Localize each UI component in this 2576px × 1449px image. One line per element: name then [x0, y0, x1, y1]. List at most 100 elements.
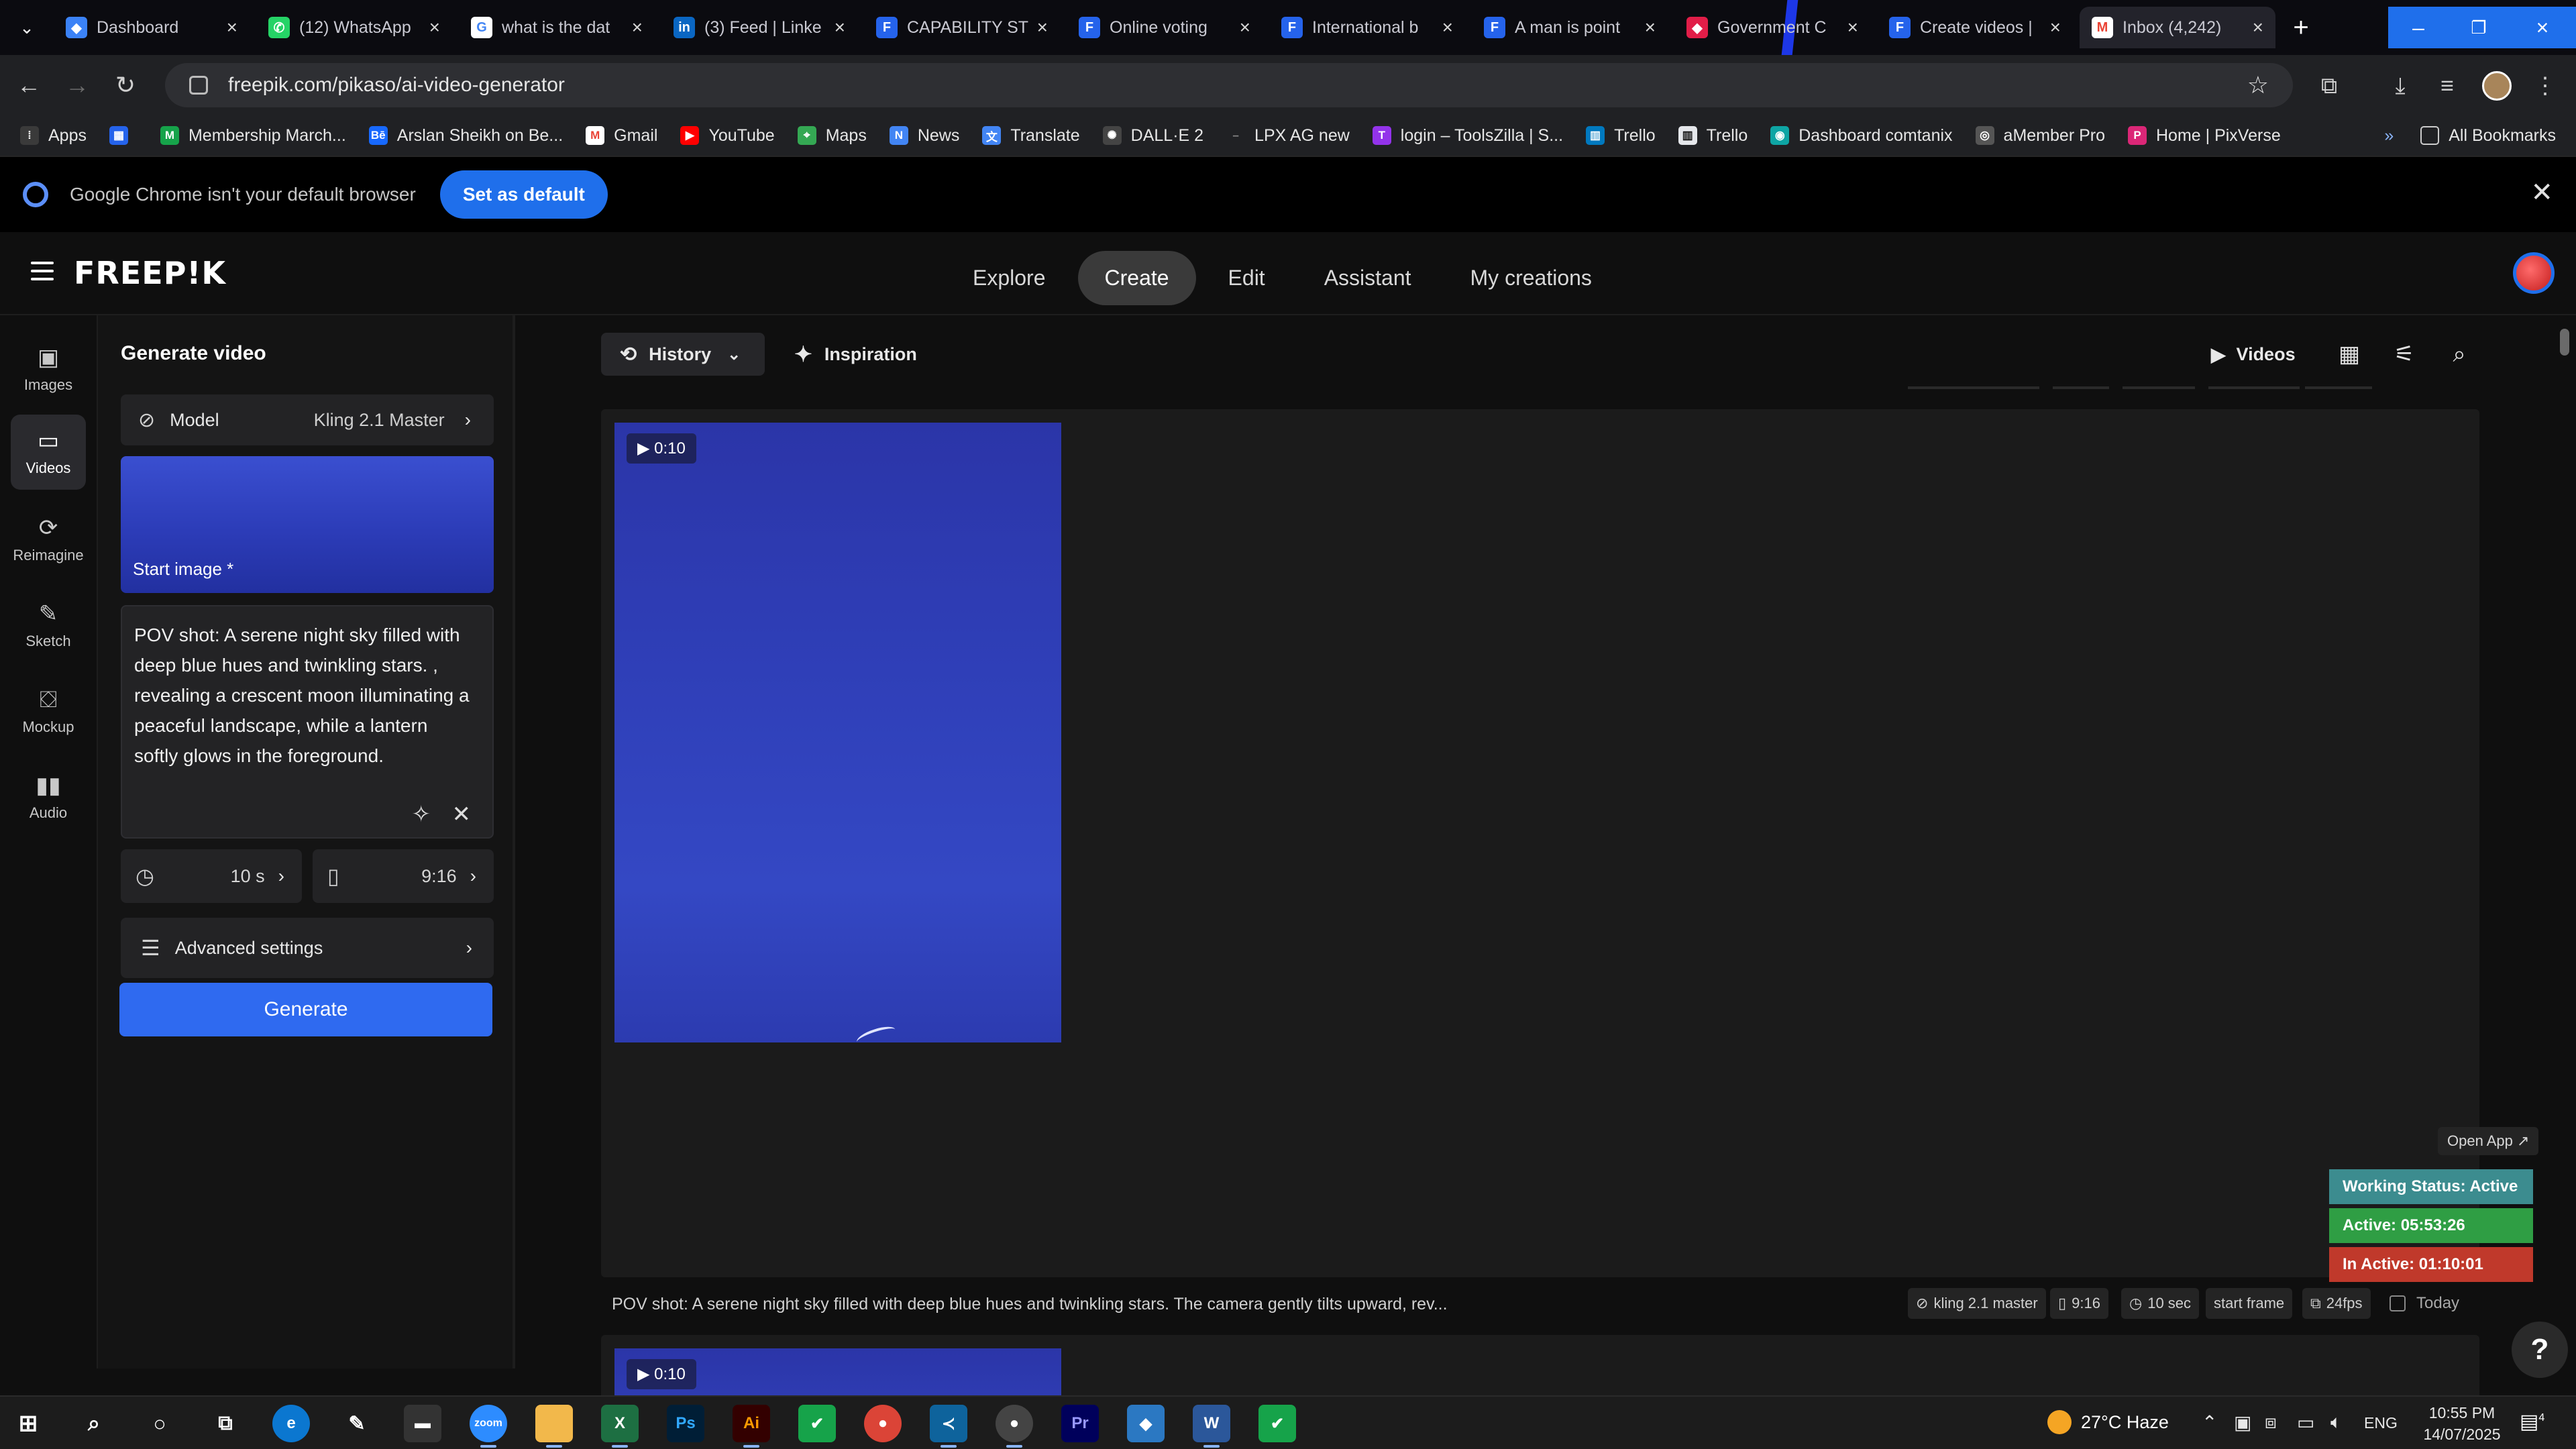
freepik-logo[interactable]: FREEP!K — [74, 255, 226, 291]
rail-sketch[interactable]: ✎ Sketch — [11, 588, 86, 663]
vscode-icon[interactable]: ≺ — [930, 1405, 967, 1448]
video-thumbnail[interactable]: ▶ 0:10 — [614, 423, 1061, 1042]
close-icon[interactable]: × — [227, 17, 237, 38]
bookmark-toolszilla[interactable]: Tlogin – ToolsZilla | S... — [1372, 126, 1563, 146]
bookmark-maps[interactable]: ⌖ Maps — [797, 126, 867, 146]
close-icon[interactable]: × — [2050, 17, 2061, 38]
extensions-icon[interactable]: ⧉ — [2310, 67, 2348, 105]
terminal-icon[interactable]: ▬ — [404, 1405, 441, 1442]
close-icon[interactable]: × — [2253, 17, 2263, 38]
nav-create[interactable]: Create — [1077, 251, 1196, 305]
close-icon[interactable]: × — [1645, 17, 1656, 38]
bookmark-pixverse[interactable]: P Home | PixVerse — [2128, 126, 2281, 146]
magic-wand-icon[interactable]: ✧ — [412, 801, 431, 828]
chrome-icon[interactable]: ● — [864, 1405, 902, 1442]
nav-explore[interactable]: Explore — [946, 251, 1073, 305]
date-label[interactable]: Today — [2390, 1288, 2459, 1319]
close-icon[interactable]: × — [1240, 17, 1250, 38]
tab-create-videos[interactable]: F Create videos | × — [1877, 7, 2073, 48]
tab-online-voting[interactable]: F Online voting × — [1067, 7, 1263, 48]
close-icon[interactable]: ✕ — [2530, 177, 2553, 208]
rail-reimagine[interactable]: ⟳ Reimagine — [11, 502, 86, 577]
bookmarks-overflow-icon[interactable]: » — [2384, 126, 2394, 146]
edge-icon[interactable]: e — [272, 1405, 310, 1442]
bookmark-lpx[interactable]: – LPX AG new — [1226, 126, 1350, 146]
nav-assistant[interactable]: Assistant — [1297, 251, 1438, 305]
tab-gmail-inbox[interactable]: M Inbox (4,242) × — [2080, 7, 2275, 48]
language-indicator[interactable]: ENG — [2364, 1414, 2398, 1432]
prompt-textarea[interactable]: POV shot: A serene night sky filled with… — [121, 605, 494, 839]
bookmark-translate[interactable]: 文 Translate — [982, 126, 1080, 146]
bookmark-star-icon[interactable]: ☆ — [2247, 71, 2269, 99]
network-icon[interactable]: ▭ — [2297, 1411, 2314, 1434]
photoshop-icon[interactable]: Ps — [667, 1405, 704, 1442]
forward-arrow-icon[interactable]: → — [59, 67, 95, 103]
filter-sliders-icon[interactable]: ⚟ — [2385, 335, 2423, 373]
camtasia-icon[interactable]: ✔ — [1258, 1405, 1296, 1442]
model-selector[interactable]: ⊘ Model Kling 2.1 Master › — [121, 394, 494, 445]
close-icon[interactable]: × — [632, 17, 643, 38]
bookmark-apps[interactable]: ⁞ Apps — [20, 126, 87, 146]
user-avatar[interactable] — [2513, 252, 2555, 294]
minimize-icon[interactable]: – — [2388, 7, 2449, 48]
notification-center-icon[interactable]: ▤4 — [2520, 1410, 2544, 1434]
app-diamond-icon[interactable]: ◆ — [1127, 1405, 1165, 1442]
bookmark-news[interactable]: N News — [889, 126, 959, 146]
chrome-menu-icon[interactable]: ⋮ — [2526, 67, 2564, 105]
set-default-button[interactable]: Set as default — [439, 170, 608, 219]
new-tab-plus-icon[interactable]: + — [2267, 7, 2334, 48]
back-arrow-icon[interactable]: ← — [11, 67, 47, 103]
all-bookmarks[interactable]: All Bookmarks — [2420, 126, 2556, 146]
bookmark-gmail[interactable]: M Gmail — [586, 126, 657, 146]
bookmark-membership[interactable]: M Membership March... — [160, 126, 346, 146]
bookmark-trello-1[interactable]: ▥ Trello — [1586, 126, 1656, 146]
chrome-profile-icon[interactable]: ● — [996, 1405, 1033, 1448]
close-icon[interactable]: × — [1847, 17, 1858, 38]
select-checkbox[interactable] — [2390, 1295, 2406, 1311]
pen-icon[interactable]: ✎ — [338, 1405, 376, 1442]
close-icon[interactable]: × — [835, 17, 845, 38]
illustrator-icon[interactable]: Ai — [733, 1405, 770, 1448]
window-close-icon[interactable]: × — [2509, 7, 2576, 48]
close-icon[interactable]: × — [1442, 17, 1453, 38]
task-view-icon[interactable]: ⧉ — [207, 1405, 244, 1442]
rail-mockup[interactable]: ⛋ Mockup — [11, 674, 86, 749]
bookmark-amember[interactable]: ◎ aMember Pro — [1975, 126, 2105, 146]
hamburger-menu-icon[interactable] — [31, 262, 54, 280]
tab-dashboard[interactable]: ◆ Dashboard × — [54, 7, 250, 48]
scrollbar-thumb[interactable] — [2560, 329, 2569, 356]
profile-avatar[interactable] — [2478, 67, 2516, 105]
prompt-text[interactable]: POV shot: A serene night sky filled with… — [134, 620, 470, 771]
advanced-settings[interactable]: ☰ Advanced settings › — [121, 918, 494, 978]
tab-whatsapp[interactable]: ✆ (12) WhatsApp × — [256, 7, 452, 48]
bookmark-youtube[interactable]: ▶ YouTube — [680, 126, 775, 146]
nav-edit[interactable]: Edit — [1201, 251, 1292, 305]
reload-icon[interactable]: ↻ — [107, 67, 144, 103]
help-button[interactable]: ? — [2512, 1322, 2568, 1378]
word-icon[interactable]: W — [1193, 1405, 1230, 1448]
meet-now-icon[interactable]: ▣ — [2234, 1411, 2251, 1434]
tab-international[interactable]: F International b × — [1269, 7, 1465, 48]
generate-button[interactable]: Generate — [119, 983, 492, 1036]
clock[interactable]: 10:55 PM 14/07/2025 — [2415, 1402, 2509, 1445]
tab-a-man-is-point[interactable]: F A man is point × — [1472, 7, 1668, 48]
download-icon[interactable]: ⤓ — [2381, 67, 2419, 105]
tray-chevron-up-icon[interactable]: ⌃ — [2202, 1411, 2217, 1434]
weather-widget[interactable]: 27°C Haze — [2047, 1410, 2169, 1434]
bookmark-dalle[interactable]: ✺ DALL·E 2 — [1102, 126, 1203, 146]
tab-capability[interactable]: F CAPABILITY ST × — [864, 7, 1060, 48]
rail-audio[interactable]: ▮▮ Audio — [11, 759, 86, 835]
duration-selector[interactable]: ◷ 10 s › — [121, 849, 302, 903]
bookmark-trello-2[interactable]: ▥ Trello — [1678, 126, 1748, 146]
nav-my-creations[interactable]: My creations — [1444, 251, 1619, 305]
bookmark-grid[interactable]: ▦ — [109, 126, 138, 145]
url-input[interactable]: freepik.com/pikaso/ai-video-generator ☆ — [165, 63, 2293, 107]
tab-search-chevron-icon[interactable]: ⌄ — [0, 7, 54, 48]
site-info-icon[interactable] — [189, 76, 208, 95]
tab-linkedin[interactable]: in (3) Feed | Linke × — [661, 7, 857, 48]
grid-view-icon[interactable]: ▦ — [2330, 335, 2368, 373]
tab-google-search[interactable]: G what is the dat × — [459, 7, 655, 48]
aspect-ratio-selector[interactable]: ▯ 9:16 › — [313, 849, 494, 903]
search-icon[interactable]: ⌕ — [75, 1405, 113, 1442]
media-queue-icon[interactable]: ≡ — [2428, 67, 2466, 105]
